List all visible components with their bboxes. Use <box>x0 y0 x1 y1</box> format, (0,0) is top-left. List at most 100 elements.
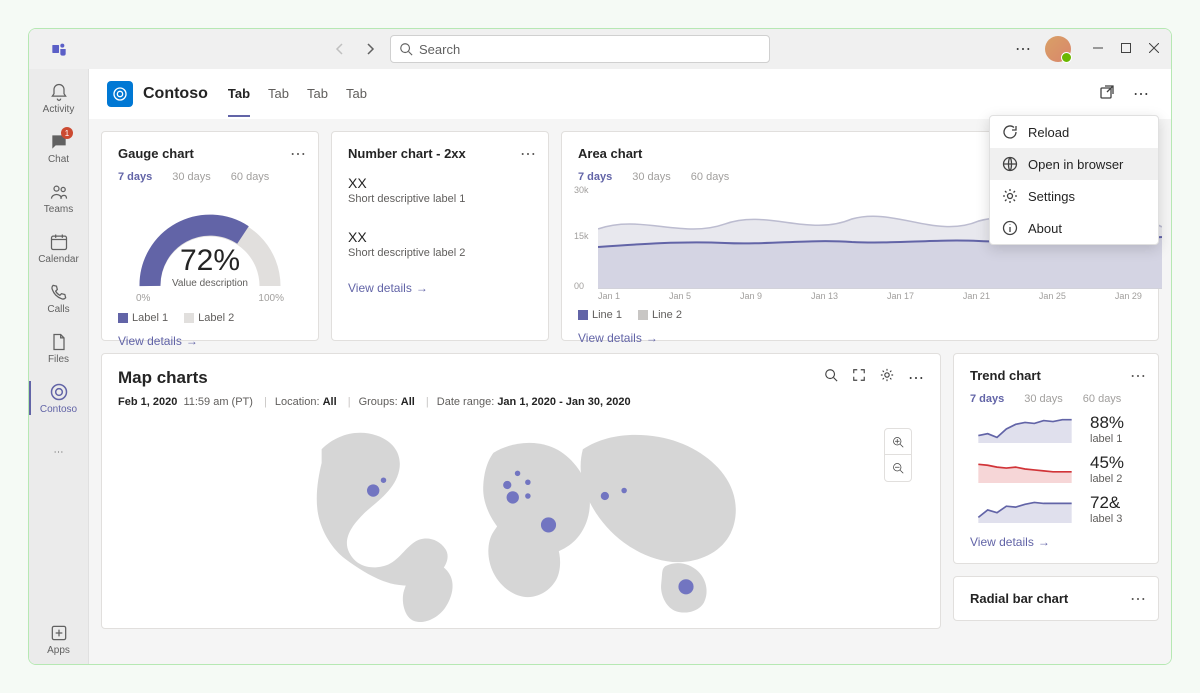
rail-contoso[interactable]: Contoso <box>29 373 88 423</box>
minimize-button[interactable] <box>1093 42 1103 56</box>
area-view-details[interactable]: View details→ <box>578 331 1142 345</box>
back-button[interactable] <box>328 37 352 61</box>
gauge-min: 0% <box>136 293 150 304</box>
more-icon: ⋯ <box>54 447 64 458</box>
popout-button[interactable] <box>1095 80 1119 109</box>
bell-icon <box>49 82 69 102</box>
trend-label: label 2 <box>1090 473 1124 485</box>
app-icon <box>107 81 133 107</box>
header-more-button[interactable]: ⋯ <box>1129 80 1153 108</box>
number-more[interactable]: ⋯ <box>520 144 536 164</box>
radial-more[interactable]: ⋯ <box>1130 589 1146 609</box>
dd-open-browser[interactable]: Open in browser <box>990 148 1158 180</box>
map-card: Map charts ⋯ Feb 1, 2020 11:59 am (PT) |… <box>101 353 941 629</box>
number-card: Number chart - 2xx ⋯ XX Short descriptiv… <box>331 131 549 341</box>
arrow-right-icon: → <box>416 281 428 295</box>
gauge-days-30[interactable]: 30 days <box>172 171 211 183</box>
arrow-right-icon: → <box>646 331 658 345</box>
rail-files[interactable]: Files <box>29 323 88 373</box>
search-icon <box>399 42 413 56</box>
number-title: Number chart - 2xx <box>348 146 532 161</box>
search-input[interactable]: Search <box>390 35 770 63</box>
num-label: Short descriptive label 1 <box>348 193 532 205</box>
zoom-out-button[interactable] <box>885 455 911 481</box>
map-settings-button[interactable] <box>880 368 894 388</box>
apps-icon <box>49 623 69 643</box>
xtick: Jan 13 <box>811 291 838 301</box>
zoom-control <box>884 428 912 482</box>
map-more-button[interactable]: ⋯ <box>908 368 924 388</box>
gear-icon <box>1002 188 1018 204</box>
dd-label: Open in browser <box>1028 157 1123 172</box>
map-title: Map charts <box>118 368 208 388</box>
maximize-button[interactable] <box>1121 42 1131 56</box>
rail-label: Contoso <box>40 404 77 415</box>
dd-label: Settings <box>1028 189 1075 204</box>
dd-label: About <box>1028 221 1062 236</box>
legend-item: Label 1 <box>118 312 168 324</box>
rail-chat[interactable]: 1 Chat <box>29 123 88 173</box>
radial-card: Radial bar chart ⋯ <box>953 576 1159 621</box>
radial-title: Radial bar chart <box>970 591 1142 606</box>
tab-0[interactable]: Tab <box>228 72 250 117</box>
map-filters: Feb 1, 2020 11:59 am (PT) |Location: All… <box>118 396 924 408</box>
tab-3[interactable]: Tab <box>346 72 367 117</box>
trend-value: 88% <box>1090 413 1124 433</box>
sparkline-3 <box>970 495 1080 523</box>
rail-calls[interactable]: Calls <box>29 273 88 323</box>
trend-days-60[interactable]: 60 days <box>1083 393 1122 405</box>
header-dropdown: Reload Open in browser Settings About <box>989 115 1159 245</box>
trend-view-details[interactable]: View details→ <box>970 535 1142 549</box>
trend-more[interactable]: ⋯ <box>1130 366 1146 386</box>
trend-label: label 3 <box>1090 513 1122 525</box>
legend-item: Label 2 <box>184 312 234 324</box>
area-days-30[interactable]: 30 days <box>632 171 671 183</box>
xtick: Jan 25 <box>1039 291 1066 301</box>
rail-teams[interactable]: Teams <box>29 173 88 223</box>
num-value: XX <box>348 229 532 245</box>
tab-2[interactable]: Tab <box>307 72 328 117</box>
arrow-right-icon: → <box>1038 535 1050 549</box>
trend-days-7[interactable]: 7 days <box>970 393 1004 405</box>
tab-1[interactable]: Tab <box>268 72 289 117</box>
number-view-details[interactable]: View details→ <box>348 281 532 295</box>
rail-apps[interactable]: Apps <box>29 614 88 664</box>
rail-label: Teams <box>44 204 73 215</box>
titlebar-more-button[interactable]: ⋯ <box>1015 39 1031 59</box>
zoom-in-button[interactable] <box>885 429 911 455</box>
xtick: Jan 5 <box>669 291 691 301</box>
ytick: 00 <box>574 281 584 291</box>
area-days-60[interactable]: 60 days <box>691 171 730 183</box>
app-name: Contoso <box>143 85 208 103</box>
chat-badge: 1 <box>61 127 73 139</box>
xtick: Jan 1 <box>598 291 620 301</box>
globe-icon <box>1002 156 1018 172</box>
num-value: XX <box>348 175 532 191</box>
ytick: 30k <box>574 185 589 195</box>
gauge-days-7[interactable]: 7 days <box>118 171 152 183</box>
dd-about[interactable]: About <box>990 212 1158 244</box>
rail-label: Calendar <box>38 254 79 265</box>
info-icon <box>1002 220 1018 236</box>
close-button[interactable] <box>1149 42 1159 56</box>
gauge-view-details[interactable]: View details→ <box>118 334 302 348</box>
rail-label: Apps <box>47 645 70 656</box>
trend-value: 45% <box>1090 453 1124 473</box>
dd-reload[interactable]: Reload <box>990 116 1158 148</box>
rail-activity[interactable]: Activity <box>29 73 88 123</box>
gauge-value: 72% <box>172 244 248 278</box>
gauge-more[interactable]: ⋯ <box>290 144 306 164</box>
rail-label: Files <box>48 354 69 365</box>
map-expand-button[interactable] <box>852 368 866 388</box>
dd-settings[interactable]: Settings <box>990 180 1158 212</box>
user-avatar[interactable] <box>1045 36 1071 62</box>
area-days-7[interactable]: 7 days <box>578 171 612 183</box>
trend-days-30[interactable]: 30 days <box>1024 393 1063 405</box>
rail-calendar[interactable]: Calendar <box>29 223 88 273</box>
rail-more[interactable]: ⋯ <box>29 427 88 477</box>
gauge-days-60[interactable]: 60 days <box>231 171 270 183</box>
map-search-button[interactable] <box>824 368 838 388</box>
rail-label: Calls <box>47 304 69 315</box>
gauge-card: Gauge chart ⋯ 7 days 30 days 60 days 72% <box>101 131 319 341</box>
forward-button[interactable] <box>358 37 382 61</box>
